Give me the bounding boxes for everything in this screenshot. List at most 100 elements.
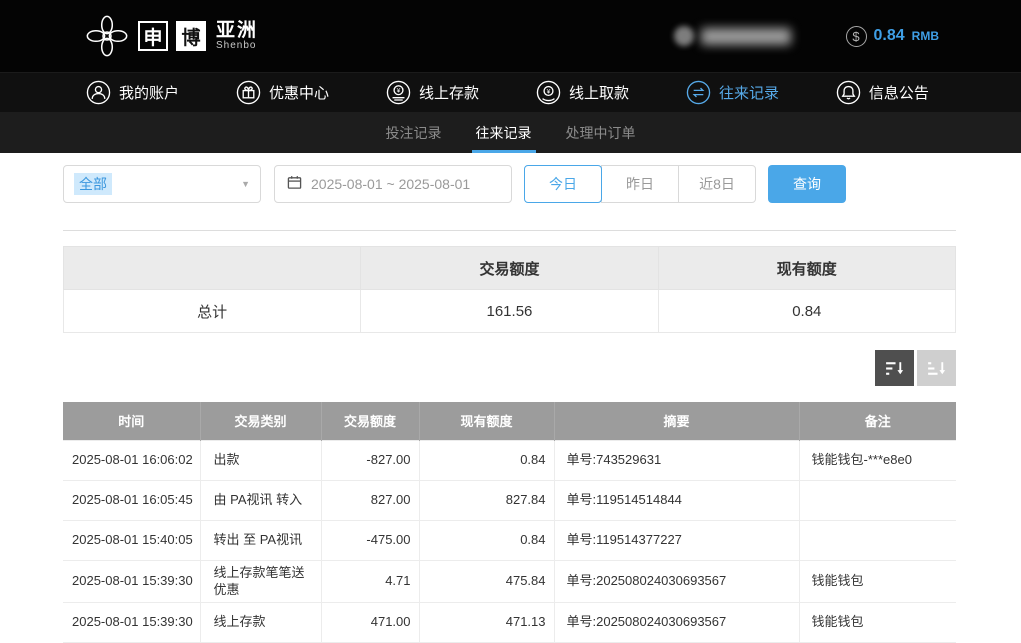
last-8-days-button[interactable]: 近8日 (678, 165, 756, 203)
cell-note: 钱能钱包-***e8e0 (799, 440, 956, 480)
username-redacted (701, 28, 791, 45)
cell-type: 出款 (200, 440, 321, 480)
cell-amount: 4.71 (321, 560, 419, 602)
transactions-table: 时间 交易类别 交易额度 现有额度 摘要 备注 2025-08-01 16:06… (63, 402, 956, 643)
summary-total-balance: 0.84 (658, 290, 955, 333)
account-menu[interactable] (674, 26, 791, 46)
summary-header-balance: 现有额度 (658, 247, 955, 290)
avatar (674, 26, 694, 46)
cell-note: 钱能钱包 (799, 560, 956, 602)
cell-time: 2025-08-01 16:05:45 (63, 480, 200, 520)
col-header-note: 备注 (799, 402, 956, 440)
cell-balance: 0.84 (419, 440, 554, 480)
main-nav: 我的账户 优惠中心 ¥ 线上存款 ¥ 线上取款 (0, 72, 1021, 112)
col-header-amount: 交易额度 (321, 402, 419, 440)
brand-logo[interactable]: 申 博 亚洲 Shenbo (84, 13, 258, 59)
tab-betting-records[interactable]: 投注记录 (386, 112, 442, 153)
logo-subtitle: Shenbo (216, 41, 258, 52)
table-header-row: 时间 交易类别 交易额度 现有额度 摘要 备注 (63, 402, 956, 440)
top-header: 申 博 亚洲 Shenbo $ 0.84 RMB (0, 0, 1021, 72)
divider (63, 230, 956, 231)
cell-amount: -827.00 (321, 440, 419, 480)
table-row: 2025-08-01 15:40:05 转出 至 PA视讯 -475.00 0.… (63, 520, 956, 560)
query-button[interactable]: 查询 (768, 165, 846, 203)
cell-time: 2025-08-01 15:40:05 (63, 520, 200, 560)
chevron-down-icon: ▼ (241, 179, 250, 189)
gift-icon (236, 80, 261, 105)
sort-ascending-button[interactable] (917, 350, 956, 386)
sort-descending-button[interactable] (875, 350, 914, 386)
cell-amount: 471.00 (321, 602, 419, 642)
exchange-arrows-icon (686, 80, 711, 105)
cell-amount: -475.00 (321, 520, 419, 560)
col-header-type: 交易类别 (200, 402, 321, 440)
content-area: 全部 ▼ 2025-08-01 ~ 2025-08-01 今日 昨日 近8日 查… (0, 153, 1021, 643)
nav-label: 信息公告 (869, 82, 929, 103)
nav-deposit[interactable]: ¥ 线上存款 (386, 80, 479, 105)
table-row: 2025-08-01 16:06:02 出款 -827.00 0.84 单号:7… (63, 440, 956, 480)
summary-total-transaction: 161.56 (361, 290, 658, 333)
cell-time: 2025-08-01 15:39:30 (63, 602, 200, 642)
balance-amount: 0.84 (874, 27, 905, 45)
filter-row: 全部 ▼ 2025-08-01 ~ 2025-08-01 今日 昨日 近8日 查… (63, 165, 956, 203)
svg-text:¥: ¥ (397, 88, 401, 95)
cell-summary: 单号:119514377227 (554, 520, 799, 560)
yesterday-button[interactable]: 昨日 (601, 165, 679, 203)
bell-icon (836, 80, 861, 105)
nav-transactions[interactable]: 往来记录 (686, 80, 779, 105)
summary-total-label: 总计 (64, 290, 361, 333)
cell-balance: 0.84 (419, 520, 554, 560)
nav-label: 往来记录 (719, 82, 779, 103)
cell-type: 线上存款 (200, 602, 321, 642)
cell-time: 2025-08-01 16:06:02 (63, 440, 200, 480)
cell-summary: 单号:119514514844 (554, 480, 799, 520)
nav-withdraw[interactable]: ¥ 线上取款 (536, 80, 629, 105)
table-row: 2025-08-01 15:39:30 线上存款笔笔送优惠 4.71 475.8… (63, 560, 956, 602)
table-row: 2025-08-01 16:05:45 由 PA视讯 转入 827.00 827… (63, 480, 956, 520)
logo-char-bo: 博 (176, 21, 206, 51)
logo-region-text: 亚洲 (216, 21, 258, 41)
cell-note (799, 520, 956, 560)
date-range-value: 2025-08-01 ~ 2025-08-01 (311, 176, 470, 192)
cell-type: 转出 至 PA视讯 (200, 520, 321, 560)
calendar-icon (287, 175, 302, 193)
type-select-value: 全部 (74, 173, 112, 195)
nav-my-account[interactable]: 我的账户 (86, 80, 179, 105)
col-header-time: 时间 (63, 402, 200, 440)
cell-balance: 471.13 (419, 602, 554, 642)
col-header-summary: 摘要 (554, 402, 799, 440)
cell-type: 由 PA视讯 转入 (200, 480, 321, 520)
cell-balance: 827.84 (419, 480, 554, 520)
tab-transaction-records[interactable]: 往来记录 (476, 112, 532, 153)
table-row: 2025-08-01 15:39:30 线上存款 471.00 471.13 单… (63, 602, 956, 642)
nav-announcements[interactable]: 信息公告 (836, 80, 929, 105)
nav-label: 我的账户 (119, 82, 179, 103)
col-header-balance: 现有额度 (419, 402, 554, 440)
balance-currency: RMB (912, 29, 939, 43)
cell-type: 线上存款笔笔送优惠 (200, 560, 321, 602)
cell-amount: 827.00 (321, 480, 419, 520)
dollar-icon: $ (846, 26, 867, 47)
cell-note (799, 480, 956, 520)
nav-promotions[interactable]: 优惠中心 (236, 80, 329, 105)
nav-label: 优惠中心 (269, 82, 329, 103)
nav-label: 线上存款 (419, 82, 479, 103)
user-icon (86, 80, 111, 105)
record-subtabs: 投注记录 往来记录 处理中订单 (0, 112, 1021, 153)
tab-processing-orders[interactable]: 处理中订单 (566, 112, 636, 153)
cell-summary: 单号:202508024030693567 (554, 560, 799, 602)
deposit-coin-icon: ¥ (386, 80, 411, 105)
quick-date-group: 今日 昨日 近8日 (524, 165, 756, 203)
cell-summary: 单号:743529631 (554, 440, 799, 480)
type-select[interactable]: 全部 ▼ (63, 165, 261, 203)
summary-total-row: 总计 161.56 0.84 (64, 290, 956, 333)
cell-note: 钱能钱包 (799, 602, 956, 642)
flower-logo-icon (84, 13, 130, 59)
nav-label: 线上取款 (569, 82, 629, 103)
withdraw-coin-icon: ¥ (536, 80, 561, 105)
date-range-input[interactable]: 2025-08-01 ~ 2025-08-01 (274, 165, 512, 203)
today-button[interactable]: 今日 (524, 165, 602, 203)
svg-text:¥: ¥ (547, 88, 551, 95)
wallet-balance: $ 0.84 RMB (846, 26, 939, 47)
summary-header-transaction: 交易额度 (361, 247, 658, 290)
